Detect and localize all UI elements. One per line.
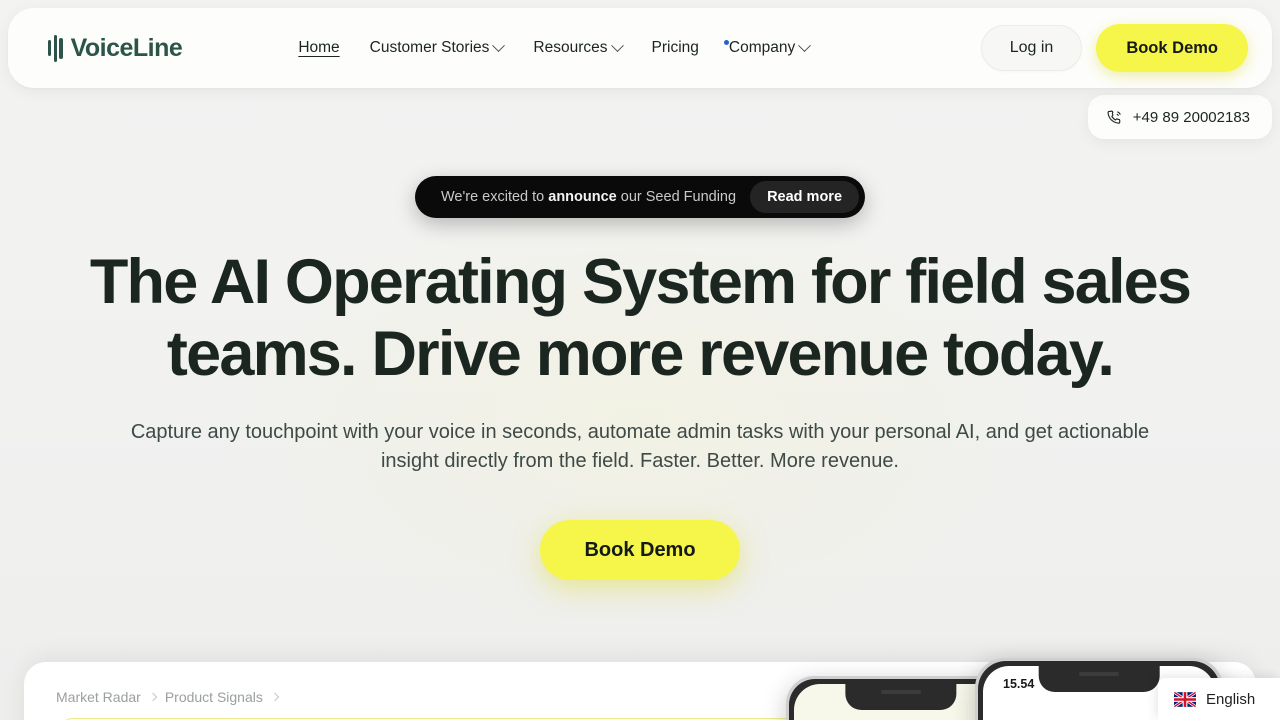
chevron-down-icon (492, 38, 506, 52)
phone-call-icon (1107, 110, 1121, 124)
site-header: VoiceLine Home Customer Stories Resource… (8, 8, 1272, 88)
nav-item-resources[interactable]: Resources (533, 38, 624, 57)
hero-section: The AI Operating System for field sales … (0, 246, 1280, 580)
nav-item-home-label: Home (298, 39, 340, 56)
phone-number-text: +49 89 20002183 (1132, 108, 1250, 126)
nav-item-resources-label: Resources (533, 39, 608, 56)
book-demo-button-hero[interactable]: Book Demo (540, 520, 740, 580)
chevron-down-icon (610, 38, 624, 52)
nav-item-company-label: Company (728, 39, 796, 56)
language-label: English (1206, 690, 1256, 708)
uk-flag-icon (1174, 691, 1196, 707)
language-selector[interactable]: English (1158, 678, 1280, 720)
hero-subheadline: Capture any touchpoint with your voice i… (130, 421, 1150, 472)
phone-notch (845, 684, 957, 710)
chevron-down-icon (798, 38, 812, 52)
book-demo-button-header[interactable]: Book Demo (1096, 24, 1248, 72)
header-actions: Log in Book Demo (980, 24, 1248, 72)
login-button[interactable]: Log in (980, 25, 1083, 71)
main-navigation: Home Customer Stories Resources Pricing … (298, 38, 812, 57)
logo[interactable]: VoiceLine (48, 33, 183, 63)
logo-text: VoiceLine (70, 33, 183, 62)
waveform-bars-icon (48, 33, 63, 63)
nav-item-company[interactable]: Company (723, 38, 812, 57)
nav-item-customer-stories-label: Customer Stories (369, 39, 490, 56)
nav-item-pricing[interactable]: Pricing (652, 39, 699, 57)
breadcrumb-item-product-signals[interactable]: Product Signals (165, 689, 263, 705)
phone-notch (1038, 666, 1160, 692)
announcement-banner[interactable]: We're excited to announce our Seed Fundi… (414, 176, 866, 218)
announcement-text-bold: announce (548, 189, 617, 205)
announcement-text-after: our Seed Funding (616, 189, 737, 205)
phone-front-status-time: 15.54 (1003, 677, 1035, 691)
notification-dot-icon (723, 40, 729, 45)
nav-item-home[interactable]: Home (298, 39, 339, 57)
phone-number-pill[interactable]: +49 89 20002183 (1087, 95, 1272, 139)
phone-speaker (1079, 672, 1119, 676)
hero-headline: The AI Operating System for field sales … (89, 247, 1192, 389)
breadcrumb-item-market-radar[interactable]: Market Radar (56, 689, 141, 705)
nav-item-pricing-label: Pricing (651, 39, 699, 56)
announcement-text-before: We're excited to (440, 189, 549, 205)
chevron-right-icon (148, 692, 158, 702)
chevron-right-icon (270, 692, 280, 702)
nav-item-customer-stories[interactable]: Customer Stories (369, 38, 506, 57)
announcement-read-more-button[interactable]: Read more (750, 181, 860, 213)
announcement-text: We're excited to announce our Seed Fundi… (441, 189, 736, 205)
phone-speaker (881, 690, 921, 694)
